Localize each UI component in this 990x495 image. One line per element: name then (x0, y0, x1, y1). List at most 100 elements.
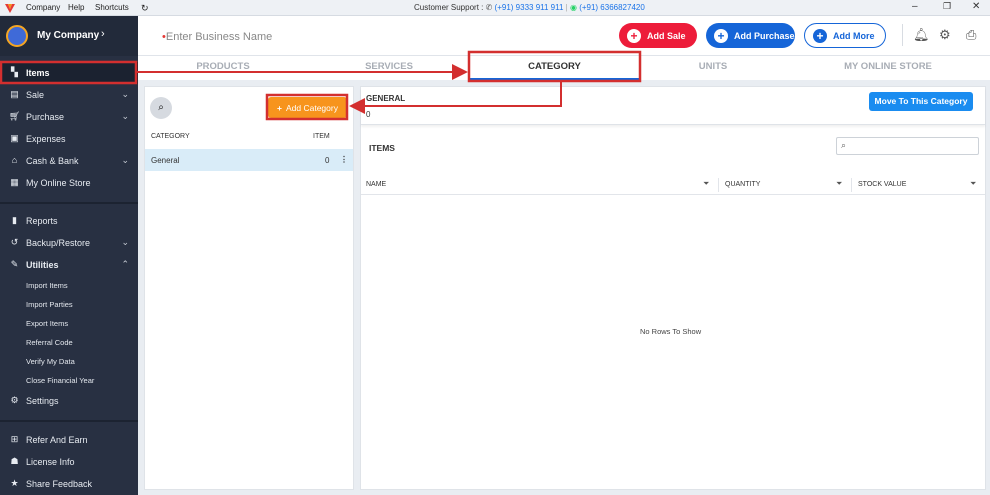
sidebar-item-settings[interactable]: ⚙ Settings (0, 390, 138, 412)
column-header-name[interactable]: NAME (366, 181, 386, 188)
sidebar-sub-import-items[interactable]: Import Items (26, 281, 68, 290)
backup-icon: ↺ (10, 237, 19, 247)
column-divider (718, 178, 719, 192)
settings-gear-icon[interactable]: ⚙ (939, 27, 951, 43)
add-sale-button[interactable]: + Add Sale (619, 23, 697, 48)
close-icon[interactable]: ✕ (972, 1, 980, 12)
sidebar-item-label: Share Feedback (26, 479, 93, 489)
phone-icon: ✆ (485, 3, 495, 12)
category-list-panel: ⌕ + Add Category CATEGORY ITEM General 0 … (144, 86, 354, 490)
plus-icon: + (277, 102, 282, 113)
sidebar-sub-referral-code[interactable]: Referral Code (26, 338, 73, 347)
items-section-title: ITEMS (369, 143, 395, 153)
sidebar-item-sale[interactable]: ▤ Sale ⌄ (0, 84, 138, 106)
add-category-button[interactable]: + Add Category (268, 97, 347, 118)
cart-icon: 🛒︎ (9, 111, 21, 121)
chart-icon: ▮ (12, 215, 17, 225)
column-header-item[interactable]: ITEM (313, 133, 330, 140)
refresh-icon[interactable]: ↻ (141, 3, 149, 14)
add-sale-label: Add Sale (647, 30, 686, 41)
sidebar-sub-close-financial-year[interactable]: Close Financial Year (26, 376, 94, 385)
sidebar-item-label: Reports (26, 216, 58, 226)
add-purchase-button[interactable]: + Add Purchase (706, 23, 795, 48)
filter-icon[interactable]: ⏷ (703, 179, 709, 189)
menu-company[interactable]: Company (26, 3, 60, 12)
sidebar-item-cash-bank[interactable]: ⌂ Cash & Bank ⌄ (0, 150, 138, 172)
tab-services[interactable]: SERVICES (344, 56, 434, 80)
app-logo-icon (5, 4, 15, 13)
sidebar-item-label: Settings (26, 396, 59, 406)
sidebar-divider (0, 202, 138, 204)
support-phone[interactable]: (+91) 9333 911 911 (495, 3, 564, 12)
column-header-quantity[interactable]: QUANTITY (725, 181, 760, 188)
sidebar-item-label: Cash & Bank (26, 156, 79, 166)
sidebar-item-label: My Online Store (26, 178, 91, 188)
sidebar-item-label: Backup/Restore (26, 238, 91, 248)
sidebar-item-purchase[interactable]: 🛒︎ Purchase ⌄ (0, 106, 138, 128)
more-options-icon[interactable]: ⋮ (340, 155, 348, 164)
sidebar-sub-import-parties[interactable]: Import Parties (26, 300, 73, 309)
sidebar-item-label: License Info (26, 457, 75, 467)
sidebar-item-refer-earn[interactable]: ⊞ Refer And Earn (0, 429, 138, 451)
minimize-icon[interactable]: – (912, 1, 918, 12)
chevron-down-icon: ⌄ (121, 237, 129, 247)
move-to-category-button[interactable]: Move To This Category (869, 92, 973, 111)
sidebar-item-label: Expenses (26, 134, 66, 144)
support-whatsapp[interactable]: (+91) 6366827420 (579, 3, 645, 12)
plus-icon: + (627, 28, 641, 43)
chevron-right-icon: › (101, 28, 105, 40)
sale-icon: ▤ (10, 89, 19, 99)
tab-online-store[interactable]: MY ONLINE STORE (828, 56, 948, 80)
column-header-stock-value[interactable]: STOCK VALUE (858, 181, 906, 188)
printer-icon[interactable]: ⎙ (966, 27, 976, 43)
items-search-input[interactable]: ⌕ (836, 137, 979, 155)
items-table-header: NAME ⏷ QUANTITY ⏷ STOCK VALUE ⏷ (361, 175, 985, 195)
sidebar-item-backup-restore[interactable]: ↺ Backup/Restore ⌄ (0, 232, 138, 254)
menu-help[interactable]: Help (68, 3, 84, 12)
notification-bell-icon[interactable]: 🔔︎ (913, 27, 930, 43)
sidebar-item-label: Items (26, 68, 50, 78)
chevron-down-icon: ⌄ (121, 111, 129, 121)
sidebar: My Company › ▚ Items ▤ Sale ⌄ 🛒︎ Purchas… (0, 16, 138, 495)
filter-icon[interactable]: ⏷ (836, 179, 842, 189)
license-icon: ☗ (10, 456, 19, 466)
add-category-label: Add Category (285, 102, 338, 113)
customer-support: Customer Support : ✆ (+91) 9333 911 911 … (414, 3, 645, 12)
chevron-down-icon: ⌄ (121, 89, 129, 99)
search-icon: ⌕ (158, 102, 164, 113)
category-count: 0 (325, 156, 330, 165)
company-switcher[interactable]: My Company › (0, 16, 138, 56)
category-row[interactable]: General 0 ⋮ (145, 149, 353, 171)
plus-icon: + (714, 28, 728, 43)
sidebar-sub-verify-data[interactable]: Verify My Data (26, 357, 75, 366)
tab-category[interactable]: CATEGORY (469, 56, 640, 80)
sidebar-item-reports[interactable]: ▮ Reports (0, 210, 138, 232)
sidebar-item-utilities[interactable]: ✎ Utilities ⌃ (0, 254, 138, 276)
menu-shortcuts[interactable]: Shortcuts (95, 3, 129, 12)
column-header-category[interactable]: CATEGORY (151, 133, 190, 140)
sidebar-item-online-store[interactable]: ▦ My Online Store (0, 172, 138, 194)
add-more-label: Add More (833, 30, 875, 41)
company-name: My Company (37, 30, 100, 41)
add-more-button[interactable]: + Add More (804, 23, 886, 48)
topbar-divider (902, 24, 903, 46)
restore-icon[interactable]: ❐ (943, 1, 951, 12)
filter-icon[interactable]: ⏷ (970, 179, 976, 189)
sidebar-item-expenses[interactable]: ▣ Expenses (0, 128, 138, 150)
sidebar-item-share-feedback[interactable]: ★ Share Feedback (0, 473, 138, 495)
company-avatar (6, 25, 28, 47)
business-name-field[interactable]: •Enter Business Name (162, 31, 272, 43)
sidebar-item-items[interactable]: ▚ Items (0, 62, 138, 84)
sidebar-sub-export-items[interactable]: Export Items (26, 319, 68, 328)
search-button[interactable]: ⌕ (150, 97, 172, 119)
chevron-up-icon: ⌃ (121, 259, 129, 269)
sidebar-item-license-info[interactable]: ☗ License Info (0, 451, 138, 473)
sidebar-divider (0, 420, 138, 422)
tab-units[interactable]: UNITS (668, 56, 758, 80)
plus-icon: + (813, 28, 827, 43)
add-purchase-label: Add Purchase (734, 30, 795, 41)
tab-products[interactable]: PRODUCTS (178, 56, 268, 80)
category-detail-panel: GENERAL 0 Move To This Category ITEMS ⌕ … (360, 86, 986, 490)
search-icon: ⌕ (841, 140, 847, 150)
star-icon: ★ (10, 478, 19, 488)
